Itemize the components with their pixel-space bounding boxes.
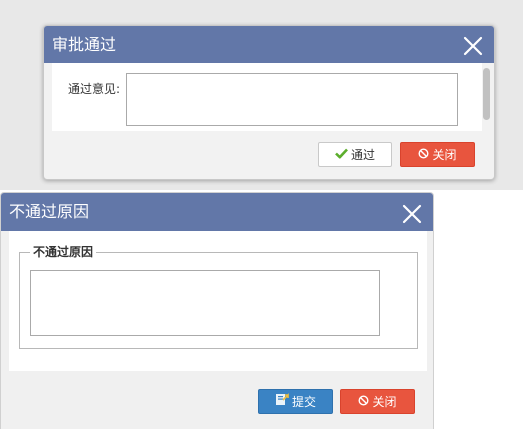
ban-icon <box>418 143 429 168</box>
reason-fieldset: 不通过原因 <box>19 245 418 349</box>
close-button-label: 关闭 <box>432 148 457 162</box>
submit-icon <box>275 390 289 415</box>
reject-dialog-title: 不通过原因 <box>9 202 90 221</box>
reject-dialog: 不通过原因 不通过原因 提交 关闭 <box>0 192 434 429</box>
close-button-label: 关闭 <box>372 395 397 409</box>
approve-dialog-titlebar: 审批通过 <box>44 26 494 63</box>
pass-button-label: 通过 <box>350 148 375 162</box>
check-icon <box>335 143 348 168</box>
submit-button[interactable]: 提交 <box>258 389 333 414</box>
approve-dialog: 审批通过 通过意见: 通过 关闭 <box>43 25 495 180</box>
submit-button-label: 提交 <box>291 395 316 409</box>
approve-dialog-body: 通过意见: <box>52 63 482 131</box>
approve-dialog-title: 审批通过 <box>52 35 117 54</box>
scrollbar[interactable] <box>483 68 490 120</box>
close-icon[interactable] <box>462 33 484 56</box>
comment-label: 通过意见: <box>68 82 121 96</box>
reason-legend: 不通过原因 <box>30 245 97 259</box>
comment-input[interactable] <box>126 73 458 126</box>
close-icon[interactable] <box>401 201 423 224</box>
close-button[interactable]: 关闭 <box>340 389 415 414</box>
reject-dialog-body: 不通过原因 <box>9 231 427 371</box>
pass-button[interactable]: 通过 <box>318 142 392 167</box>
close-button[interactable]: 关闭 <box>400 142 475 167</box>
reason-input[interactable] <box>30 270 380 336</box>
reject-dialog-titlebar: 不通过原因 <box>1 193 433 231</box>
ban-icon <box>358 390 369 415</box>
